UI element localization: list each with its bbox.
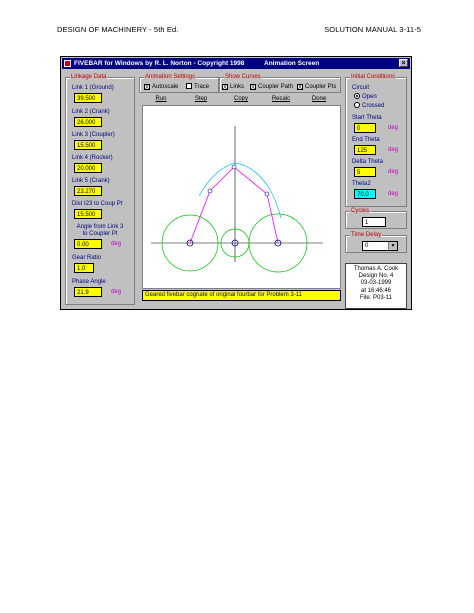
gear-ratio-label: Gear Ratio	[72, 255, 102, 261]
show-curves-group: Show Curves X Links X Coupler Path X Couple…	[219, 73, 341, 93]
crossed-radio[interactable]: Crossed	[354, 102, 384, 110]
link2-field[interactable]: 26.000	[74, 117, 102, 127]
show-curves-title: Show Curves	[224, 73, 262, 82]
coupler-point	[231, 164, 237, 170]
link1-label: Link 1 (Ground)	[72, 85, 114, 91]
link1-field[interactable]: 39.500	[74, 93, 102, 103]
coupler-pts-label: Coupler Pts	[305, 84, 337, 90]
trace-label: Trace	[194, 84, 210, 90]
window-screen-name: Animation Screen	[264, 60, 320, 67]
open-radio-icon	[354, 93, 360, 99]
end-theta-field[interactable]: 125	[354, 145, 376, 155]
theta2-label: Theta2	[352, 181, 371, 187]
done-button[interactable]: Done	[306, 95, 332, 103]
copy-button[interactable]: Copy	[228, 95, 254, 103]
angle-unit: deg	[111, 241, 122, 247]
angle-label-line1: Angle from Link 3	[76, 224, 124, 230]
coupler-pts-check-icon: X	[297, 84, 303, 91]
links-check-icon: X	[222, 84, 228, 91]
initial-conditions-group: Initial Conditions Circuit Open Crossed …	[345, 73, 407, 207]
crossed-radio-icon	[354, 102, 360, 108]
dist-label: Dist I23 to Coup Pt	[72, 201, 123, 207]
joint-a	[207, 188, 213, 194]
angle-label-line2: to Coupler Pt	[82, 231, 118, 237]
fivebar-window: FIVEBAR for Windows by R. L. Norton - Co…	[60, 56, 412, 310]
design-info-box: Thomas A. Cook Design No. 4 03-03-1999 a…	[345, 263, 407, 309]
toolbar: Run Step Copy Recalc Done	[142, 95, 341, 104]
coupler-path-check-icon: X	[250, 84, 256, 91]
crossed-label: Crossed	[362, 103, 385, 109]
author-name: Thomas A. Cook	[353, 266, 399, 272]
window-title: FIVEBAR for Windows by R. L. Norton - Co…	[74, 60, 245, 67]
links-checkbox[interactable]: X Links	[222, 83, 244, 91]
linkage-drawing	[151, 126, 323, 273]
animation-canvas[interactable]	[142, 105, 341, 289]
animation-settings-group: Animation Settings X Autoscale Trace	[139, 73, 219, 93]
recalc-button[interactable]: Recalc	[266, 95, 296, 103]
page-header-left: DESIGN OF MACHINERY - 5th Ed.	[57, 25, 179, 34]
link4-label: Link 4 (Rocker)	[72, 155, 113, 161]
link3-label: Link 3 (Coupler)	[72, 132, 115, 138]
joint-b	[264, 191, 270, 197]
time-delay-value: 0	[365, 243, 369, 249]
design-time: at 16:46:46	[360, 287, 392, 294]
theta2-field[interactable]: 70.0	[354, 189, 376, 199]
phase-angle-field[interactable]: 21.9	[74, 287, 102, 297]
animation-settings-title: Animation Settings	[144, 73, 197, 82]
run-button[interactable]: Run	[148, 95, 174, 103]
cycles-title: Cycles	[350, 207, 371, 216]
design-file: File: P03-11	[360, 294, 392, 301]
end-theta-label: End Theta	[352, 137, 380, 143]
circuit-label: Circuit	[352, 85, 370, 91]
design-number: Design No. 4	[358, 273, 394, 280]
start-theta-unit: deg	[388, 125, 399, 131]
start-theta-field[interactable]: 0	[354, 123, 376, 133]
dist-field[interactable]: 15.500	[74, 209, 102, 219]
delta-theta-unit: deg	[388, 169, 399, 175]
links-label: Links	[230, 84, 245, 90]
delta-theta-field[interactable]: 5	[354, 167, 376, 177]
time-delay-group: Time Delay 0 ▼	[345, 231, 407, 253]
initial-conditions-title: Initial Conditions	[350, 73, 397, 82]
phase-angle-label: Phase Angle	[72, 279, 106, 285]
chevron-down-icon[interactable]: ▼	[388, 242, 397, 250]
coupler-path-label: Coupler Path	[258, 84, 294, 90]
time-delay-title: Time Delay	[350, 231, 383, 240]
gear-ratio-field[interactable]: 1.0	[74, 263, 94, 273]
app-icon	[64, 60, 71, 67]
end-theta-unit: deg	[388, 147, 399, 153]
design-date: 03-03-1999	[360, 280, 392, 287]
theta2-unit: deg	[388, 191, 399, 197]
coupler-pts-checkbox[interactable]: X Coupler Pts	[297, 83, 336, 91]
window-titlebar[interactable]: FIVEBAR for Windows by R. L. Norton - Co…	[62, 58, 410, 69]
link4-field[interactable]: 20.000	[74, 163, 102, 173]
autoscale-check-icon: X	[144, 84, 150, 91]
autoscale-checkbox[interactable]: X Autoscale	[144, 83, 178, 91]
link5-field[interactable]: 23.270	[74, 186, 102, 196]
time-delay-select[interactable]: 0 ▼	[362, 241, 398, 251]
autoscale-label: Autoscale	[152, 84, 179, 90]
page-header-right: SOLUTION MANUAL 3-11-5	[324, 25, 421, 34]
links-polyline	[189, 166, 279, 244]
trace-checkbox[interactable]: Trace	[186, 83, 209, 91]
coupler-path-checkbox[interactable]: X Coupler Path	[250, 83, 293, 91]
linkage-data-title: Linkage Data	[70, 73, 108, 82]
trace-check-icon	[186, 83, 192, 89]
open-radio[interactable]: Open	[354, 93, 377, 101]
cycles-field[interactable]: 1	[362, 217, 386, 227]
step-button[interactable]: Step	[188, 95, 214, 103]
link2-label: Link 2 (Crank)	[72, 109, 110, 115]
status-bar: Geared fivebar cognate of original fourb…	[142, 290, 341, 301]
close-icon[interactable]: ×	[399, 59, 408, 67]
start-theta-label: Start Theta	[352, 115, 382, 121]
phase-angle-unit: deg	[111, 289, 122, 295]
link5-label: Link 5 (Crank)	[72, 178, 110, 184]
angle-field[interactable]: 0.00	[74, 239, 102, 249]
cycles-group: Cycles 1	[345, 207, 407, 229]
link3-field[interactable]: 15.500	[74, 140, 102, 150]
open-label: Open	[362, 94, 377, 100]
linkage-data-group: Linkage Data Link 1 (Ground) 39.500 Link…	[65, 73, 135, 305]
delta-theta-label: Delta Theta	[352, 159, 383, 165]
